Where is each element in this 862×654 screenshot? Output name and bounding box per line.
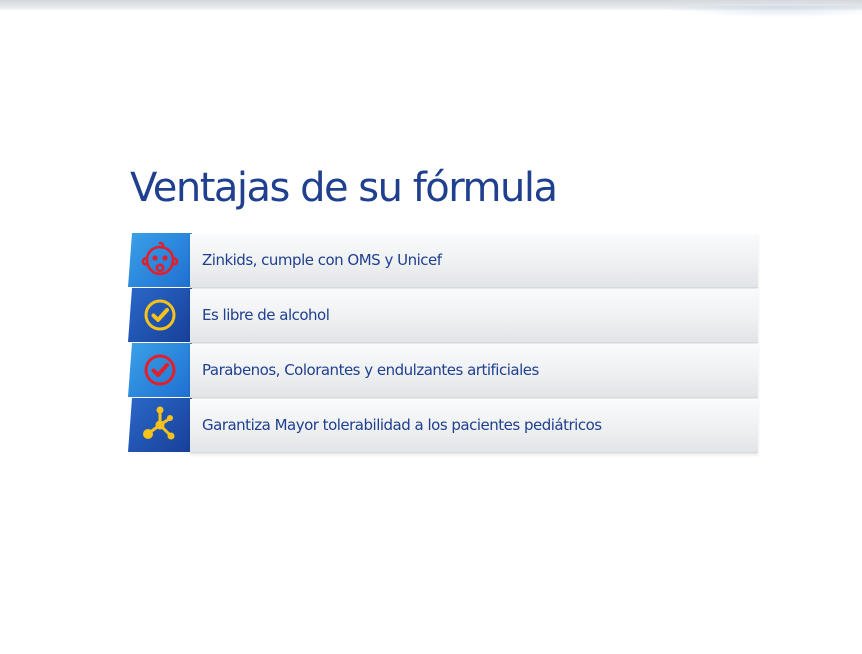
benefits-list: Zinkids, cumple con OMS y Unicef Es libr… — [128, 233, 760, 453]
check-circle-icon — [144, 299, 176, 331]
check-circle-icon — [144, 354, 176, 386]
list-item: Zinkids, cumple con OMS y Unicef — [128, 233, 760, 288]
page-title: Ventajas de su fórmula — [130, 165, 558, 211]
top-header-bar — [0, 0, 862, 18]
item-label: Parabenos, Colorantes y endulzantes arti… — [202, 361, 539, 379]
item-label: Zinkids, cumple con OMS y Unicef — [202, 251, 442, 269]
icon-box — [128, 233, 192, 287]
icon-box — [128, 398, 192, 452]
icon-box — [128, 343, 192, 397]
icon-box — [128, 288, 192, 342]
list-item: Es libre de alcohol — [128, 288, 760, 343]
item-label: Garantiza Mayor tolerabilidad a los paci… — [202, 416, 602, 434]
item-label: Es libre de alcohol — [202, 306, 330, 324]
page: Ventajas de su fórmula Zinkids, cumple c… — [0, 0, 862, 654]
list-item: Garantiza Mayor tolerabilidad a los paci… — [128, 398, 760, 453]
list-item: Parabenos, Colorantes y endulzantes arti… — [128, 343, 760, 398]
baby-face-icon — [141, 241, 179, 276]
molecule-icon — [143, 406, 175, 440]
